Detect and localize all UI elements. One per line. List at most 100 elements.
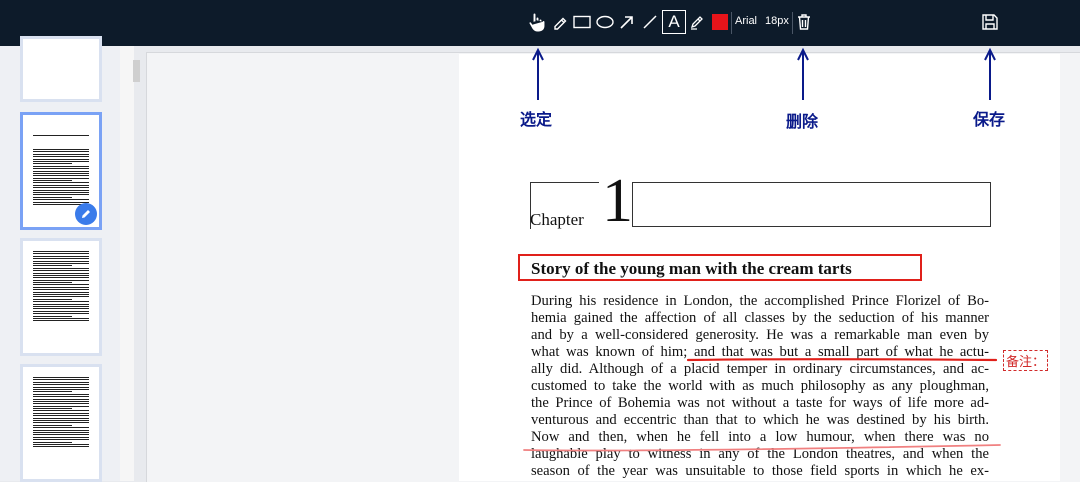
thumbnail-text-line xyxy=(33,277,89,279)
thumbnail-text-line xyxy=(33,381,89,383)
thumbnail-text-line xyxy=(33,427,89,429)
thumbnail-text-line xyxy=(33,305,89,307)
thumbnail-text-line xyxy=(33,377,89,378)
thumbnail-text-line xyxy=(33,420,89,422)
thumbnail-text-line xyxy=(33,158,89,160)
thumbnail-text-line xyxy=(33,267,89,269)
thumbnail-text-line xyxy=(33,180,73,182)
arrow-up-icon xyxy=(532,47,544,100)
thumbnail-text-line xyxy=(33,379,89,381)
line-icon[interactable] xyxy=(641,10,659,34)
thumbnail-text-line xyxy=(33,170,89,172)
thumbnail-text-line xyxy=(33,153,89,155)
thumbnail-text-line xyxy=(33,412,89,414)
thumbnail-text-line xyxy=(33,296,89,298)
thumbnail-text-line xyxy=(33,434,89,436)
text-line: During his residence in London, the acco… xyxy=(531,293,989,309)
thumbnail-text-line xyxy=(33,446,89,448)
thumbnail-text-line xyxy=(33,424,73,426)
thumbnail-text-line xyxy=(33,165,89,167)
page-thumbnail-current[interactable] xyxy=(20,112,102,230)
thumbnail-text-line xyxy=(33,439,89,441)
underline-annotation[interactable] xyxy=(680,355,1000,365)
ellipse-icon[interactable] xyxy=(595,10,615,34)
save-icon[interactable] xyxy=(980,10,1000,34)
toolbar-divider xyxy=(731,12,732,34)
thumbnail-text-line xyxy=(33,163,73,165)
thumbnail-text-line xyxy=(33,282,73,284)
thumbnail-text-line xyxy=(33,253,89,255)
thumbnail-text-line xyxy=(33,408,73,410)
highlighter-icon[interactable] xyxy=(688,10,706,34)
text-icon[interactable]: A xyxy=(662,10,686,34)
thumbnail-text-line xyxy=(33,405,89,407)
select-annotation-label: 选定 xyxy=(520,110,553,129)
thumbnail-text-line xyxy=(33,315,73,317)
text-line: customed to take the world with as much … xyxy=(531,378,989,394)
arrow-up-icon xyxy=(984,47,996,100)
freehand-underline-annotation[interactable] xyxy=(522,444,1002,456)
thumbnail-text-line xyxy=(33,251,89,252)
thumbnail-text-line xyxy=(33,310,89,312)
thumbnail-text-line xyxy=(33,184,89,186)
thumbnail-text-line xyxy=(33,298,73,300)
thumbnail-text-line xyxy=(33,270,89,272)
thumbnail-text-line xyxy=(33,313,89,315)
edit-pencil-icon[interactable] xyxy=(75,203,97,225)
thumbnail-text-line xyxy=(33,156,89,158)
story-title: Story of the young man with the cream ta… xyxy=(531,259,852,278)
thumbnail-text-line xyxy=(33,431,89,433)
thumbnail-text-line xyxy=(33,149,89,150)
font-size-selector[interactable]: 18px xyxy=(765,15,789,27)
thumbnail-text-line xyxy=(33,415,89,417)
thumbnail-text-line xyxy=(33,429,89,431)
thumbnail-text-line xyxy=(33,172,89,174)
thumbnail-text-line xyxy=(33,274,89,276)
thumbnail-text-line xyxy=(33,201,89,203)
thumbnail-text-line xyxy=(33,391,73,393)
thumbnail-text-line xyxy=(33,192,89,194)
page-thumbnail[interactable] xyxy=(20,364,102,482)
thumbnail-text-line xyxy=(33,317,89,319)
thumbnail-text-line xyxy=(33,308,89,310)
thumbnail-text-line xyxy=(33,189,89,191)
sidebar-scrollbar-track xyxy=(120,46,134,481)
eraser-icon[interactable] xyxy=(551,10,569,34)
thumbnail-text-line xyxy=(33,187,89,189)
toolbar-divider xyxy=(792,12,793,34)
text-line: the Prince of Bohemia was not without a … xyxy=(531,395,989,411)
chapter-frame-right xyxy=(632,182,991,227)
thumbnail-text-line xyxy=(33,417,89,419)
arrow-up-icon xyxy=(797,47,809,100)
thumbnail-text-line xyxy=(33,301,89,303)
thumbnail-text-line xyxy=(33,436,89,438)
delete-annotation-label: 删除 xyxy=(786,112,819,131)
chapter-number: 1 xyxy=(602,167,633,235)
page-thumbnail[interactable] xyxy=(20,238,102,356)
thumbnail-text-line xyxy=(33,303,89,305)
arrow-icon[interactable] xyxy=(618,10,636,34)
thumbnail-text-line xyxy=(33,410,89,412)
annotation-toolbar: A Arial 18px xyxy=(0,0,1080,46)
trash-icon[interactable] xyxy=(795,10,813,34)
thumbnail-text-line xyxy=(33,422,89,424)
thumbnail-text-line xyxy=(33,168,89,170)
thumbnail-text-line xyxy=(33,182,89,184)
text-line: season of the year was unsuitable to tho… xyxy=(531,463,989,479)
color-swatch[interactable] xyxy=(712,14,728,30)
scrollbar-thumb[interactable] xyxy=(133,60,140,82)
thumbnail-text-line xyxy=(33,393,89,395)
thumbnail-text-line xyxy=(33,258,89,260)
thumbnail-text-line xyxy=(33,262,89,264)
thumbnail-text-line xyxy=(33,398,89,400)
note-annotation[interactable]: 备注： xyxy=(1003,350,1048,371)
page-thumbnail[interactable] xyxy=(20,36,102,102)
thumbnail-text-line xyxy=(33,291,89,293)
thumbnail-text-line xyxy=(33,289,89,291)
rectangle-icon[interactable] xyxy=(572,10,592,34)
rectangle-annotation[interactable]: Story of the young man with the cream ta… xyxy=(518,254,922,281)
save-annotation-label: 保存 xyxy=(973,110,1006,129)
thumbnail-text-line xyxy=(33,403,89,405)
font-name-selector[interactable]: Arial xyxy=(735,15,757,27)
hand-select-icon[interactable] xyxy=(526,10,548,34)
